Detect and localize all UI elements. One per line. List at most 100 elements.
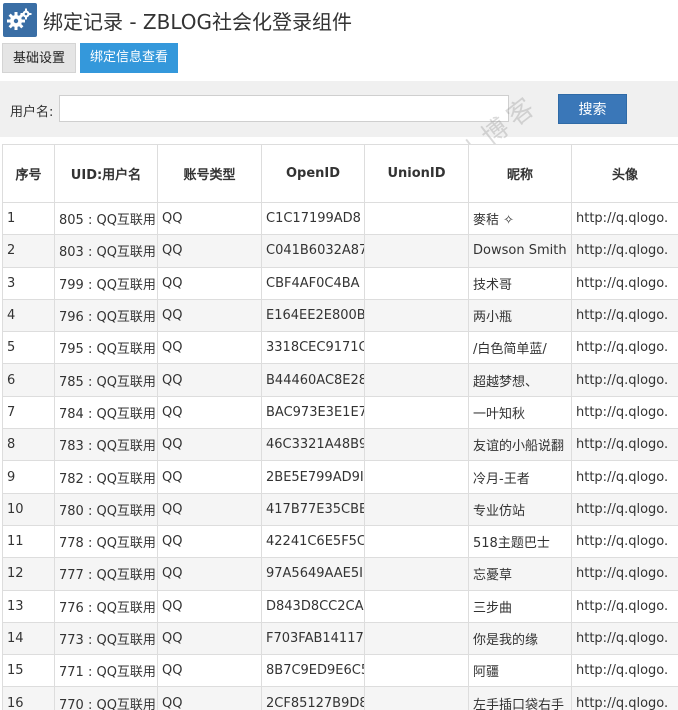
cell-uid: 773 : QQ互联用 [54, 621, 158, 656]
column-header-unionid: UnionID [364, 144, 469, 203]
cell-openid: C1C17199AD8 [261, 201, 365, 236]
table-row: 8 783 : QQ互联用 QQ 46C3321A48B9 友谊的小船说翻 http://… [2, 428, 678, 462]
cell-nickname: 两小瓶 [468, 298, 572, 333]
table-body: 1 805 : QQ互联用 QQ C1C17199AD8 麥秸 ✧ http://q.ql… [2, 201, 678, 710]
cell-unionid [364, 266, 469, 300]
cell-avatar-url: http://q.qlogo. [571, 557, 678, 591]
cell-uid: 784 : QQ互联用 [54, 395, 158, 430]
cell-account-type: QQ [157, 621, 262, 656]
cell-index: 10 [2, 492, 55, 526]
column-header-index: 序号 [2, 144, 55, 203]
cell-index: 4 [2, 298, 55, 333]
cell-uid: 778 : QQ互联用 [54, 524, 158, 559]
table-header-row: 序号 UID:用户名 账号类型 OpenID UnionID 昵称 头像 [2, 144, 678, 203]
column-header-avatar: 头像 [571, 144, 678, 203]
cell-avatar-url: http://q.qlogo. [571, 460, 678, 494]
cell-openid: 3318CEC9171C [261, 331, 365, 365]
table-row: 15 771 : QQ互联用 QQ 8B7C9ED9E6C5 阿疆 http://q.ql… [2, 654, 678, 688]
cell-avatar-url: http://q.qlogo. [571, 492, 678, 526]
cell-index: 14 [2, 621, 55, 656]
cell-uid: 777 : QQ互联用 [54, 557, 158, 591]
table-row: 3 799 : QQ互联用 QQ CBF4AF0C4BA 技术哥 http://q.qlo… [2, 266, 678, 300]
cell-openid: BAC973E3E1E7 [261, 395, 365, 430]
cell-index: 3 [2, 266, 55, 300]
cell-nickname: 一叶知秋 [468, 395, 572, 430]
cell-nickname: 友谊的小船说翻 [468, 428, 572, 462]
tab-basic-settings[interactable]: 基础设置 [2, 43, 77, 73]
binding-table: 序号 UID:用户名 账号类型 OpenID UnionID 昵称 头像 1 80… [2, 144, 678, 710]
cell-avatar-url: http://q.qlogo. [571, 686, 678, 710]
cell-unionid [364, 654, 469, 688]
cell-openid: B44460AC8E28 [261, 363, 365, 397]
username-search-input[interactable] [59, 95, 509, 122]
cell-uid: 796 : QQ互联用 [54, 298, 158, 333]
cell-index: 12 [2, 557, 55, 591]
cell-avatar-url: http://q.qlogo. [571, 234, 678, 268]
cell-openid: 417B77E35CBE [261, 492, 365, 526]
cell-avatar-url: http://q.qlogo. [571, 395, 678, 430]
cell-uid: 770 : QQ互联用 [54, 686, 158, 710]
cell-uid: 785 : QQ互联用 [54, 363, 158, 397]
cell-account-type: QQ [157, 460, 262, 494]
title-bar: 绑定记录 - ZBLOG社会化登录组件 [0, 0, 678, 40]
cell-nickname: /白色简单蓝/ [468, 331, 572, 365]
cell-index: 5 [2, 331, 55, 365]
cell-index: 6 [2, 363, 55, 397]
cell-unionid [364, 589, 469, 623]
cell-account-type: QQ [157, 492, 262, 526]
cell-account-type: QQ [157, 589, 262, 623]
cell-avatar-url: http://q.qlogo. [571, 298, 678, 333]
cell-unionid [364, 460, 469, 494]
cell-unionid [364, 428, 469, 462]
cell-nickname: 你是我的缘 [468, 621, 572, 656]
cell-account-type: QQ [157, 234, 262, 268]
cell-avatar-url: http://q.qlogo. [571, 654, 678, 688]
cell-unionid [364, 395, 469, 430]
cell-nickname: 518主题巴士 [468, 524, 572, 559]
cell-index: 7 [2, 395, 55, 430]
cell-index: 16 [2, 686, 55, 710]
cell-index: 13 [2, 589, 55, 623]
cell-nickname: 阿疆 [468, 654, 572, 688]
cell-uid: 782 : QQ互联用 [54, 460, 158, 494]
cell-uid: 803 : QQ互联用 [54, 234, 158, 268]
cell-account-type: QQ [157, 201, 262, 236]
cell-avatar-url: http://q.qlogo. [571, 524, 678, 559]
table-row: 6 785 : QQ互联用 QQ B44460AC8E28 超越梦想、 http://q.… [2, 363, 678, 397]
tab-binding-info[interactable]: 绑定信息查看 [80, 43, 179, 73]
cell-openid: CBF4AF0C4BA [261, 266, 365, 300]
table-row: 11 778 : QQ互联用 QQ 42241C6E5F5C 518主题巴士 http:/… [2, 524, 678, 559]
cell-nickname: 三步曲 [468, 589, 572, 623]
cell-openid: D843D8CC2CA [261, 589, 365, 623]
column-header-openid: OpenID [261, 144, 365, 203]
cell-account-type: QQ [157, 298, 262, 333]
cell-avatar-url: http://q.qlogo. [571, 589, 678, 623]
cell-nickname: 麥秸 ✧ [468, 201, 572, 236]
cell-openid: F703FAB14117 [261, 621, 365, 656]
cell-index: 15 [2, 654, 55, 688]
cell-openid: 2BE5E799AD9I [261, 460, 365, 494]
table-row: 13 776 : QQ互联用 QQ D843D8CC2CA 三步曲 http://q.ql… [2, 589, 678, 623]
cell-avatar-url: http://q.qlogo. [571, 621, 678, 656]
cell-openid: 8B7C9ED9E6C5 [261, 654, 365, 688]
table-row: 1 805 : QQ互联用 QQ C1C17199AD8 麥秸 ✧ http://q.ql… [2, 201, 678, 236]
cell-nickname: 技术哥 [468, 266, 572, 300]
cell-unionid [364, 363, 469, 397]
cell-openid: 42241C6E5F5C [261, 524, 365, 559]
cell-unionid [364, 557, 469, 591]
cell-nickname: 左手插口袋右手 [468, 686, 572, 710]
table-row: 12 777 : QQ互联用 QQ 97A5649AAE5I 忘憂草 http://q.q… [2, 557, 678, 591]
search-button[interactable]: 搜索 [558, 94, 627, 124]
cell-uid: 783 : QQ互联用 [54, 428, 158, 462]
cell-account-type: QQ [157, 686, 262, 710]
cell-nickname: 冷月-王者 [468, 460, 572, 494]
cell-account-type: QQ [157, 524, 262, 559]
table-row: 10 780 : QQ互联用 QQ 417B77E35CBE 专业仿站 http://q.… [2, 492, 678, 526]
cell-unionid [364, 234, 469, 268]
cell-avatar-url: http://q.qlogo. [571, 201, 678, 236]
cell-uid: 799 : QQ互联用 [54, 266, 158, 300]
cell-unionid [364, 524, 469, 559]
table-row: 14 773 : QQ互联用 QQ F703FAB14117 你是我的缘 http://q… [2, 621, 678, 656]
cell-account-type: QQ [157, 428, 262, 462]
cell-nickname: 专业仿站 [468, 492, 572, 526]
